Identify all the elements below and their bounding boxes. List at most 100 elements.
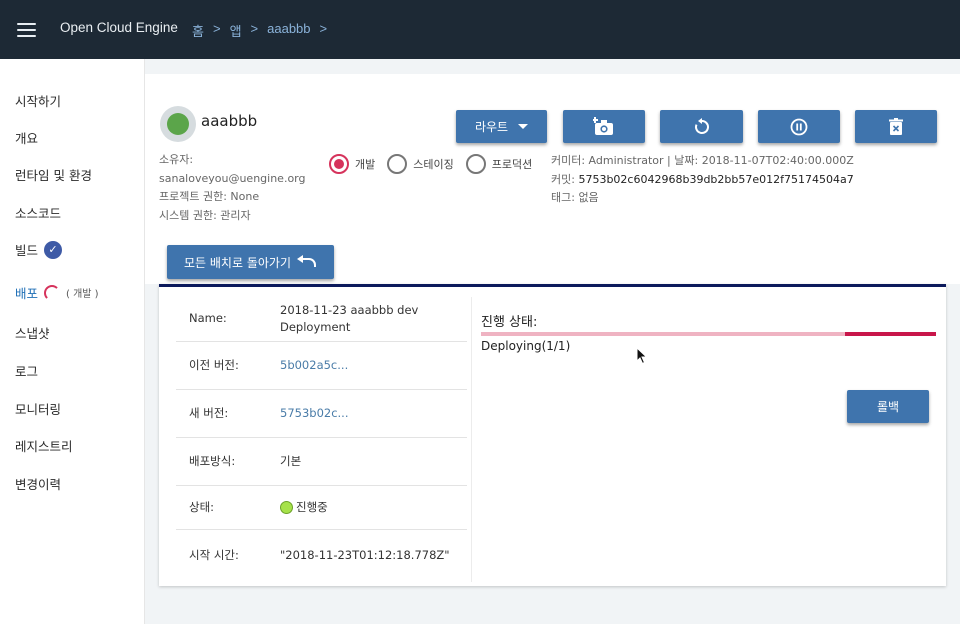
radio-icon[interactable] xyxy=(465,154,486,174)
prop-key: 이전 버전: xyxy=(189,358,239,372)
progress-status: Deploying(1/1) xyxy=(481,339,571,353)
commit-hash: 5753b02c6042968b39db2bb57e012f75174504a7 xyxy=(578,172,854,186)
commit-line: 커밋: 5753b02c6042968b39db2bb57e012f751745… xyxy=(551,171,854,190)
check-icon: ✓ xyxy=(44,240,63,259)
breadcrumb: 홈 > 앱 > aaabbb > xyxy=(192,21,327,40)
avatar xyxy=(160,106,196,142)
system-permission: 시스템 권한: 관리자 xyxy=(159,208,251,222)
snapshot-button[interactable] xyxy=(563,110,645,143)
main-content: aaabbb 소유자: sanaloveyou@uengine.org 프로젝트… xyxy=(145,59,960,624)
new-version-link[interactable]: 5753b02c... xyxy=(280,405,467,422)
status-text: 진행중 xyxy=(296,500,328,514)
mouse-cursor-icon xyxy=(636,347,648,365)
commit-label: 커밋: xyxy=(551,172,575,186)
brand-title[interactable]: Open Cloud Engine xyxy=(60,20,178,35)
app-meta: 소유자: sanaloveyou@uengine.org 프로젝트 권한: No… xyxy=(159,151,306,225)
delete-icon xyxy=(889,117,903,135)
sidebar-item-runtime[interactable]: 런타임 및 환경 xyxy=(15,165,92,184)
route-label: 라우트 xyxy=(474,120,509,134)
sidebar-item-getting-started[interactable]: 시작하기 xyxy=(15,91,61,110)
env-radio-dev[interactable]: 개발 xyxy=(329,154,375,174)
status-dot-icon xyxy=(280,501,293,514)
breadcrumb-separator: > xyxy=(319,21,328,36)
table-row: 배포방식: 기본 xyxy=(176,438,467,486)
pause-icon xyxy=(790,118,808,135)
sidebar-item-sub: ( 개발 ) xyxy=(66,289,99,300)
sidebar-item-logs[interactable]: 로그 xyxy=(15,361,38,380)
prop-value: 2018-11-23 aaabbb dev Deployment xyxy=(280,302,419,334)
back-label: 모든 배치로 돌아가기 xyxy=(184,255,291,270)
table-row: 상태: 진행중 xyxy=(176,486,467,530)
sidebar-item-label: 로그 xyxy=(15,364,39,379)
table-row: 새 버전: 5753b02c... xyxy=(176,390,467,438)
sidebar-item-label: 변경이력 xyxy=(15,477,62,492)
table-row: Name: 2018-11-23 aaabbb dev Deployment xyxy=(176,296,467,342)
rollback-label: 롤백 xyxy=(876,400,900,414)
env-radio-production[interactable]: 프로덕션 xyxy=(465,154,533,174)
sidebar-item-label: 시작하기 xyxy=(15,94,62,109)
commit-info: 커미터: Administrator | 날짜: 2018-11-07T02:4… xyxy=(551,152,854,208)
sidebar-item-source[interactable]: 소스코드 xyxy=(15,203,61,222)
environment-selector: 개발 스테이징 프로덕션 xyxy=(329,154,532,174)
owner-email: sanaloveyou@uengine.org xyxy=(159,171,306,185)
top-bar: Open Cloud Engine 홈 > 앱 > aaabbb > xyxy=(0,0,960,59)
delete-button[interactable] xyxy=(855,110,937,143)
sidebar-item-registry[interactable]: 레지스트리 xyxy=(15,436,73,455)
prop-key: 새 버전: xyxy=(189,406,229,420)
breadcrumb-apps[interactable]: 앱 xyxy=(230,21,242,40)
divider xyxy=(471,297,472,582)
breadcrumb-app[interactable]: aaabbb xyxy=(267,21,310,40)
sidebar-item-deploy[interactable]: 배포 ( 개발 ) xyxy=(15,283,99,302)
back-to-deployments-button[interactable]: 모든 배치로 돌아가기 xyxy=(167,245,334,279)
prop-key: 배포방식: xyxy=(189,454,236,468)
menu-icon[interactable] xyxy=(17,23,36,37)
prop-key: Name: xyxy=(189,311,227,325)
sidebar-item-label: 개요 xyxy=(15,131,39,146)
radio-selected-icon[interactable] xyxy=(329,154,349,174)
sidebar-item-snapshot[interactable]: 스냅샷 xyxy=(15,323,50,342)
pause-button[interactable] xyxy=(758,110,840,143)
rollback-button[interactable]: 롤백 xyxy=(847,390,929,423)
env-label: 스테이징 xyxy=(413,158,454,171)
caret-down-icon xyxy=(518,124,529,129)
progress-fill xyxy=(845,332,936,336)
breadcrumb-separator: > xyxy=(250,21,259,36)
owner-label: 소유자: xyxy=(159,153,194,166)
breadcrumb-home[interactable]: 홈 xyxy=(192,21,204,40)
sidebar: 시작하기 개요 런타임 및 환경 소스코드 빌드 ✓ 배포 ( 개발 ) 스냅샷… xyxy=(0,59,145,624)
deployment-properties: Name: 2018-11-23 aaabbb dev Deployment 이… xyxy=(176,296,467,580)
sidebar-item-label: 모니터링 xyxy=(15,402,62,417)
spinner-icon xyxy=(44,284,61,301)
radio-icon[interactable] xyxy=(387,154,408,174)
camera-add-icon xyxy=(593,116,613,135)
tag-line: 태그: 없음 xyxy=(551,191,599,204)
app-name: aaabbb xyxy=(201,112,258,130)
env-label: 개발 xyxy=(355,158,376,171)
table-row: 이전 버전: 5b002a5c... xyxy=(176,342,467,390)
env-label: 프로덕션 xyxy=(491,158,533,171)
env-radio-staging[interactable]: 스테이징 xyxy=(387,154,454,174)
undo-icon xyxy=(297,255,316,267)
sidebar-item-overview[interactable]: 개요 xyxy=(15,128,38,147)
prop-key: 시작 시간: xyxy=(189,547,239,562)
sidebar-item-build[interactable]: 빌드 ✓ xyxy=(15,240,63,259)
sidebar-item-label: 소스코드 xyxy=(15,206,62,221)
sidebar-item-label: 레지스트리 xyxy=(15,439,73,454)
restart-icon xyxy=(694,117,709,134)
sidebar-item-monitoring[interactable]: 모니터링 xyxy=(15,399,61,418)
sidebar-item-label: 런타임 및 환경 xyxy=(15,168,92,183)
previous-version-link[interactable]: 5b002a5c... xyxy=(280,357,467,374)
prop-key: 상태: xyxy=(189,500,215,514)
restart-button[interactable] xyxy=(660,110,743,143)
prop-value: 기본 xyxy=(280,454,302,468)
progress-bar xyxy=(481,332,936,336)
deployment-card: Name: 2018-11-23 aaabbb dev Deployment 이… xyxy=(159,284,946,586)
progress-title: 진행 상태: xyxy=(481,315,538,330)
route-button[interactable]: 라우트 xyxy=(456,110,547,143)
project-permission: 프로젝트 권한: None xyxy=(159,190,260,203)
committer-line: 커미터: Administrator | 날짜: 2018-11-07T02:4… xyxy=(551,154,854,167)
sidebar-item-label: 배포 xyxy=(15,286,39,301)
sidebar-item-label: 빌드 xyxy=(15,243,39,258)
status-value: 진행중 xyxy=(280,499,467,516)
sidebar-item-history[interactable]: 변경이력 xyxy=(15,474,61,493)
